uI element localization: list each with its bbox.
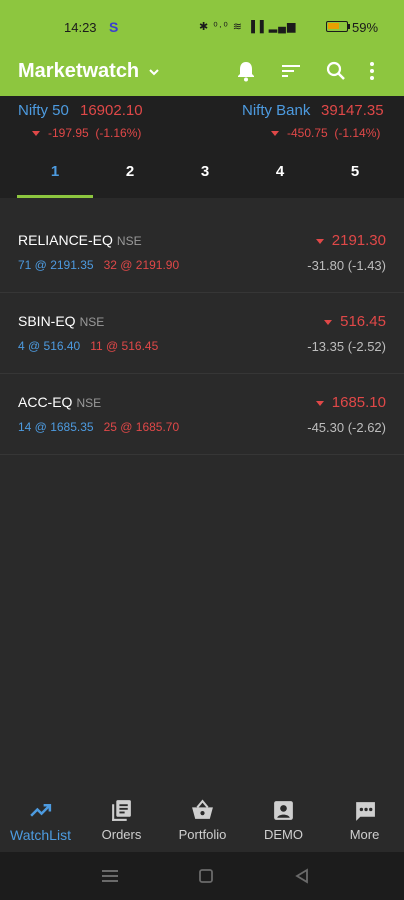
tab-1[interactable]: 1 (17, 152, 93, 198)
orders-icon (112, 800, 131, 821)
account-box-icon (274, 801, 293, 820)
more-chat-icon (356, 802, 375, 821)
watchlist-row[interactable]: ACC-EQ NSE 14 @ 1685.35 25 @ 1685.70 1685.… (0, 374, 404, 455)
page-title[interactable]: Marketwatch (18, 60, 139, 83)
search-icon[interactable] (324, 59, 348, 83)
exchange-label: NSE (79, 315, 105, 329)
basket-icon (192, 799, 213, 819)
nav-label: More (349, 827, 380, 842)
battery-icon (326, 21, 348, 32)
status-bar: 14:23 S ✱ ⁰·⁰ ≋ ▐▐ ▂▄▆ 59% (0, 0, 404, 48)
exchange-label: NSE (76, 396, 102, 410)
index-name[interactable]: Nifty Bank (242, 102, 310, 119)
ask-quote: 25 @ 1685.70 (103, 420, 180, 434)
battery-percent: 59% (352, 20, 379, 35)
trending-up-icon (30, 804, 52, 817)
app-notification-icon: S (109, 19, 119, 35)
price-change: -31.80 (-1.43) (307, 258, 386, 273)
nav-watchlist[interactable]: WatchList (0, 790, 81, 852)
down-arrow-icon (315, 238, 324, 244)
price-change: -13.35 (-2.52) (307, 339, 386, 354)
nav-demo[interactable]: DEMO (243, 790, 324, 852)
index-name[interactable]: Nifty 50 (18, 102, 69, 119)
scrip-symbol: RELIANCE-EQ NSE (18, 232, 142, 248)
sort-icon[interactable] (279, 59, 303, 83)
home-square-icon[interactable] (198, 868, 214, 884)
scrip-symbol: ACC-EQ NSE (18, 394, 102, 410)
index-value: 39147.35 (321, 102, 384, 119)
nav-orders[interactable]: Orders (81, 790, 162, 852)
more-vert-icon[interactable] (360, 59, 384, 83)
index-panel: Nifty 50 16902.10 -197.95 (-1.16%) Nifty… (0, 96, 404, 198)
last-price: 516.45 (324, 313, 386, 330)
menu-icon[interactable] (102, 869, 118, 883)
bid-quote: 4 @ 516.40 11 @ 516.45 (18, 339, 159, 353)
tab-3[interactable]: 3 (167, 152, 243, 198)
ask-quote: 11 @ 516.45 (90, 339, 159, 353)
ask-quote: 32 @ 2191.90 (103, 258, 180, 272)
bell-icon[interactable] (234, 59, 258, 83)
battery-tip (348, 24, 350, 29)
watchlist-row[interactable]: RELIANCE-EQ NSE 71 @ 2191.35 32 @ 2191.90 … (0, 212, 404, 293)
tab-5[interactable]: 5 (317, 152, 393, 198)
nav-label: Orders (101, 827, 142, 842)
tab-2[interactable]: 2 (92, 152, 168, 198)
down-arrow-icon (271, 131, 279, 137)
nav-portfolio[interactable]: Portfolio (162, 790, 243, 852)
down-arrow-icon (315, 400, 324, 406)
tab-4[interactable]: 4 (242, 152, 318, 198)
app-bar: Marketwatch (0, 48, 404, 96)
price-change: -45.30 (-2.62) (307, 420, 386, 435)
back-icon[interactable] (294, 868, 310, 884)
bid-quote: 14 @ 1685.35 25 @ 1685.70 (18, 420, 180, 434)
index-change: -197.95 (-1.16%) (32, 126, 141, 140)
system-nav-bar (0, 852, 404, 900)
bid-quote: 71 @ 2191.35 32 @ 2191.90 (18, 258, 180, 272)
index-change: -450.75 (-1.14%) (271, 126, 380, 140)
nav-more[interactable]: More (324, 790, 404, 852)
watchlist-row[interactable]: SBIN-EQ NSE 4 @ 516.40 11 @ 516.45 516.45 … (0, 293, 404, 374)
last-price: 1685.10 (315, 394, 386, 411)
chevron-down-icon[interactable] (147, 65, 161, 79)
down-arrow-icon (324, 319, 333, 325)
last-price: 2191.30 (315, 232, 386, 249)
down-arrow-icon (32, 131, 40, 137)
scrip-symbol: SBIN-EQ NSE (18, 313, 105, 329)
nav-label: WatchList (10, 827, 71, 843)
nav-label: DEMO (264, 827, 303, 842)
index-value: 16902.10 (80, 102, 143, 119)
nav-label: Portfolio (178, 827, 227, 842)
exchange-label: NSE (116, 234, 142, 248)
system-status-icons: ✱ ⁰·⁰ ≋ ▐▐ ▂▄▆ (199, 21, 297, 33)
watchlist-tabs: 1 2 3 4 5 (0, 152, 404, 198)
status-time: 14:23 (64, 20, 97, 35)
bottom-navigation: WatchList Orders Portfolio DEMO More (0, 790, 404, 852)
